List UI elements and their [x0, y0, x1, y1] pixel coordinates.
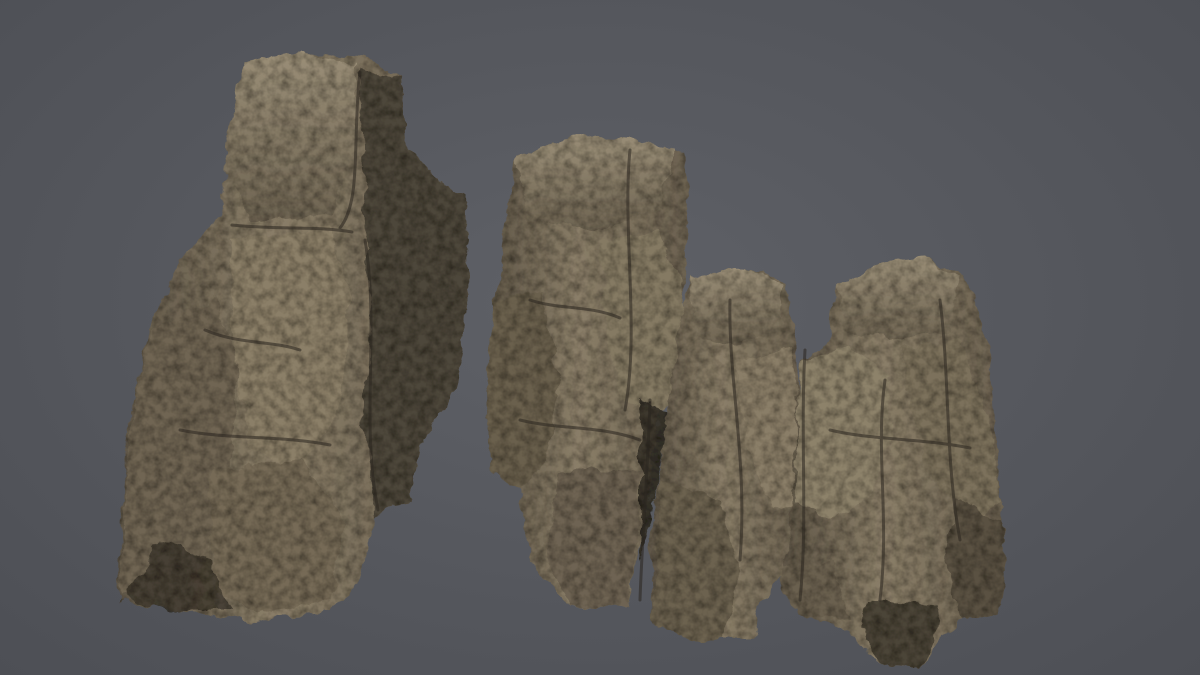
- right-rock-cluster: [780, 258, 1008, 668]
- viewport-background: [0, 0, 1200, 675]
- left-rock-pillar: [118, 52, 468, 622]
- rock-scene: [118, 52, 1008, 668]
